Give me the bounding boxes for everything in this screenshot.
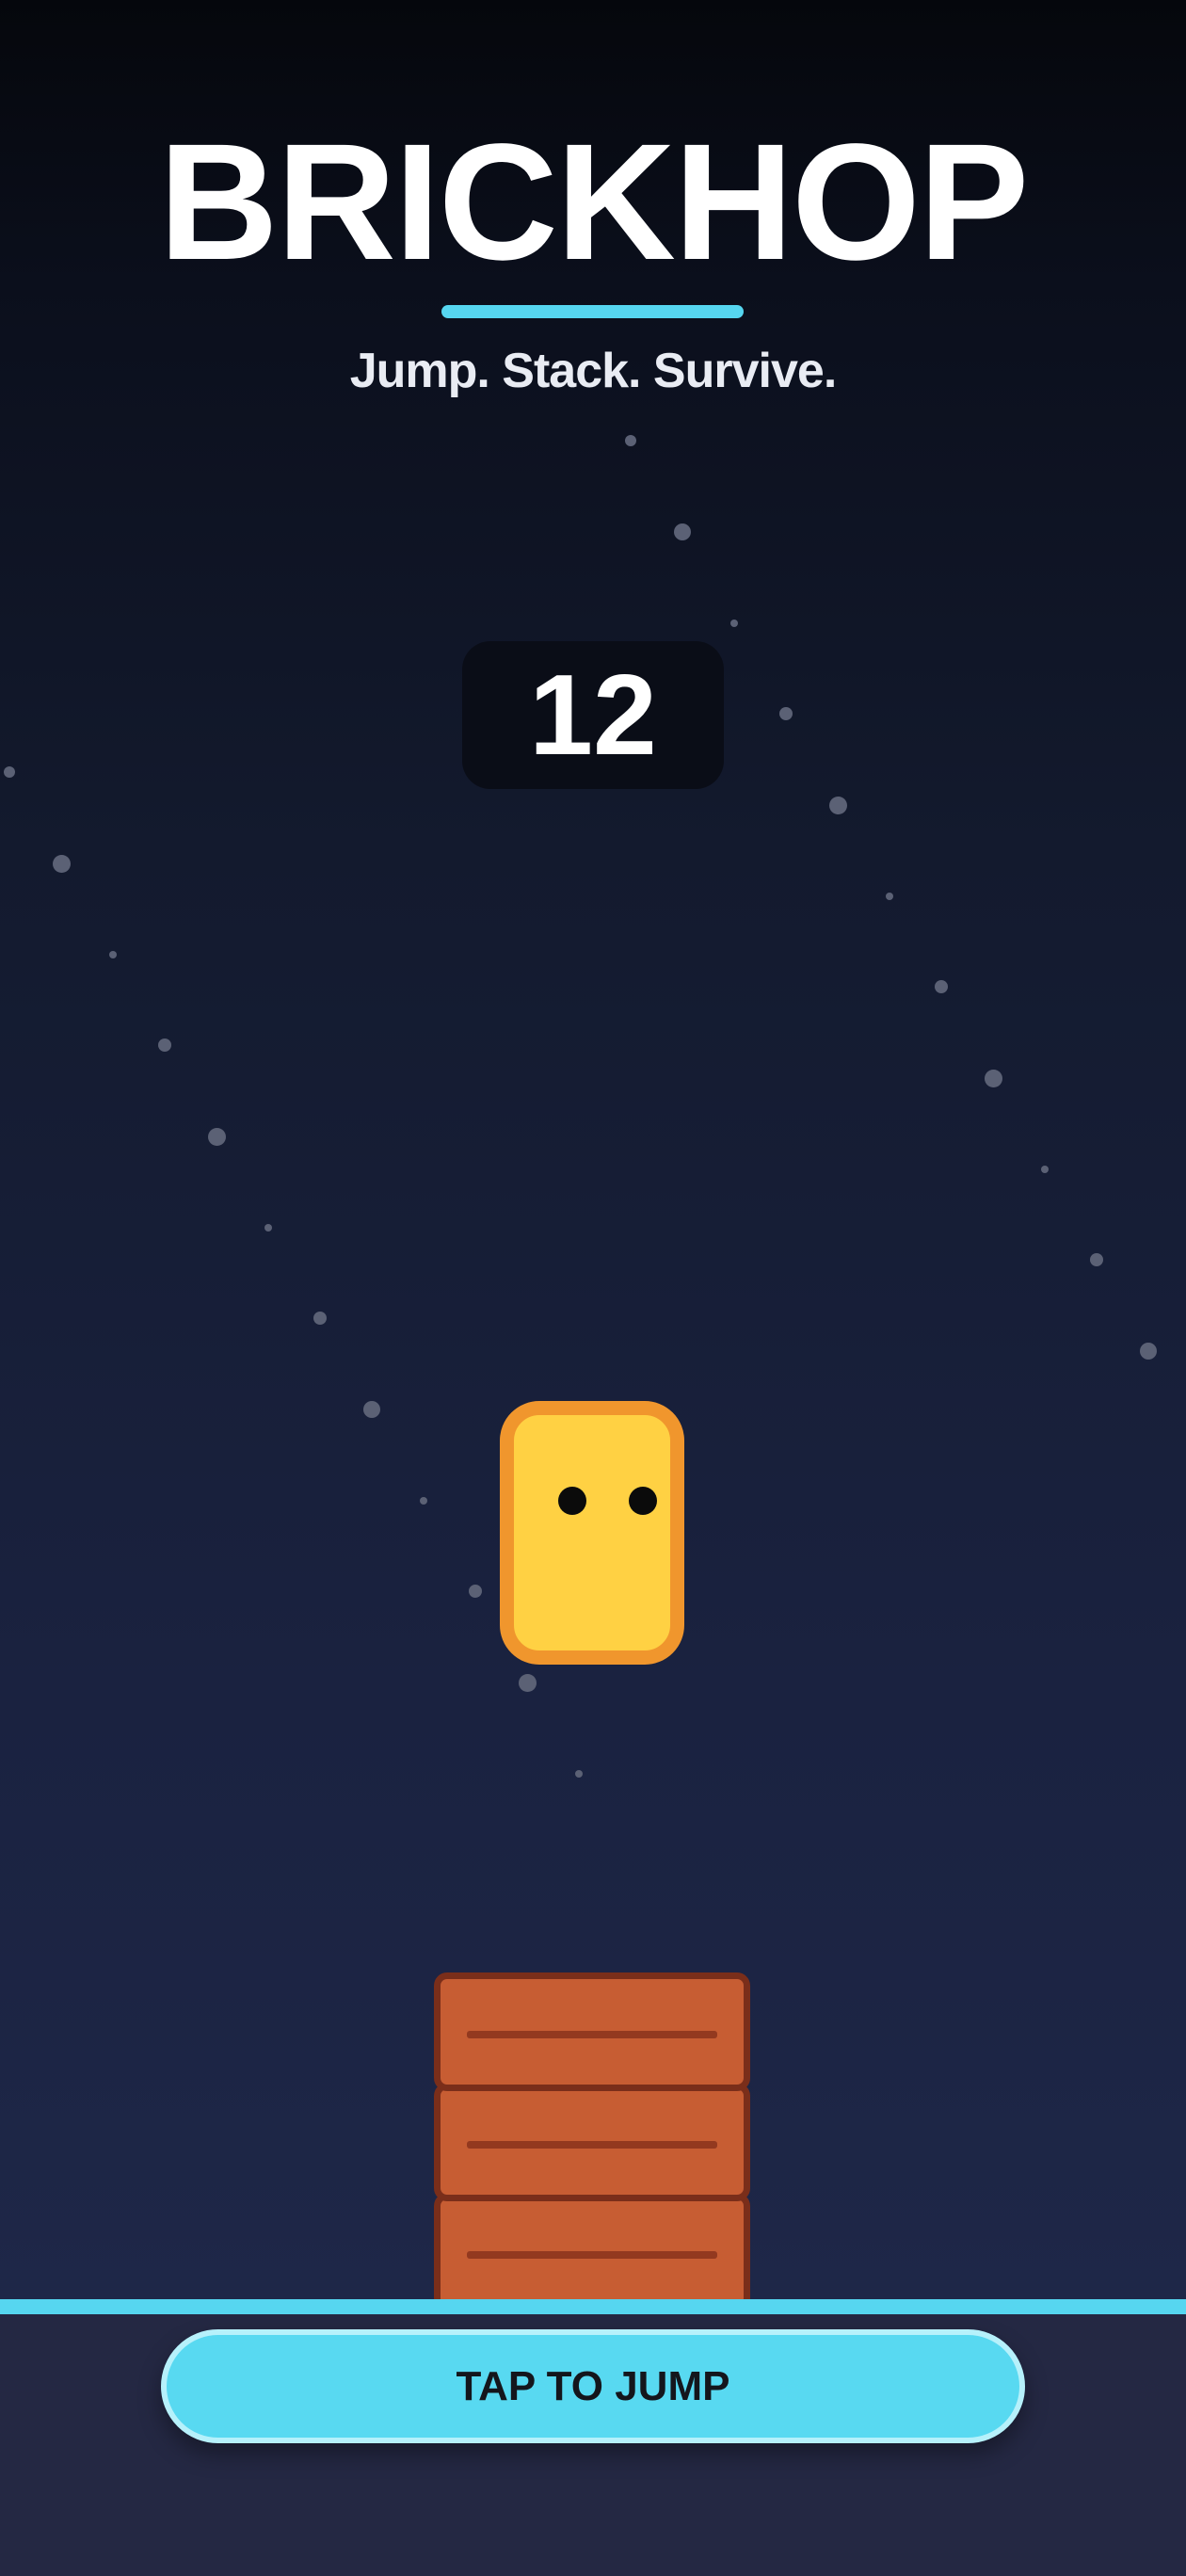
stacked-brick bbox=[434, 2083, 750, 2201]
score-panel: 12 bbox=[462, 641, 724, 789]
ground-line bbox=[0, 2299, 1186, 2314]
brick-groove bbox=[467, 2031, 717, 2038]
game-screen[interactable]: BRICKHOP Jump. Stack. Survive. 12 TAP TO… bbox=[0, 0, 1186, 2576]
score-value: 12 bbox=[529, 651, 657, 779]
star bbox=[828, 796, 847, 814]
star bbox=[469, 1585, 482, 1598]
star bbox=[779, 707, 793, 720]
star bbox=[518, 1673, 537, 1692]
star bbox=[4, 766, 15, 778]
stacked-brick bbox=[434, 2193, 750, 2311]
star bbox=[158, 1038, 171, 1052]
star bbox=[264, 1224, 272, 1232]
brick-groove bbox=[467, 2141, 717, 2149]
star bbox=[625, 435, 636, 446]
game-tagline: Jump. Stack. Survive. bbox=[349, 344, 838, 398]
title-underline bbox=[441, 305, 744, 318]
brick-groove bbox=[467, 2251, 717, 2259]
star bbox=[313, 1312, 327, 1325]
game-title: BRICKHOP bbox=[158, 110, 1030, 295]
star bbox=[730, 620, 738, 627]
star bbox=[109, 951, 117, 958]
star bbox=[1041, 1166, 1049, 1173]
star bbox=[363, 1401, 380, 1418]
player-left-eye bbox=[558, 1487, 586, 1515]
tap-to-jump-button[interactable]: TAP TO JUMP bbox=[161, 2329, 1025, 2443]
star bbox=[984, 1069, 1002, 1087]
star bbox=[886, 893, 893, 900]
star bbox=[1090, 1253, 1103, 1266]
stacked-brick bbox=[434, 1972, 750, 2091]
star bbox=[575, 1770, 583, 1778]
star bbox=[207, 1127, 226, 1146]
star bbox=[1140, 1343, 1157, 1360]
star bbox=[420, 1497, 427, 1505]
player-right-eye bbox=[629, 1487, 657, 1515]
star bbox=[52, 854, 71, 873]
star bbox=[674, 523, 691, 540]
star bbox=[935, 980, 948, 993]
player-character bbox=[500, 1401, 684, 1665]
